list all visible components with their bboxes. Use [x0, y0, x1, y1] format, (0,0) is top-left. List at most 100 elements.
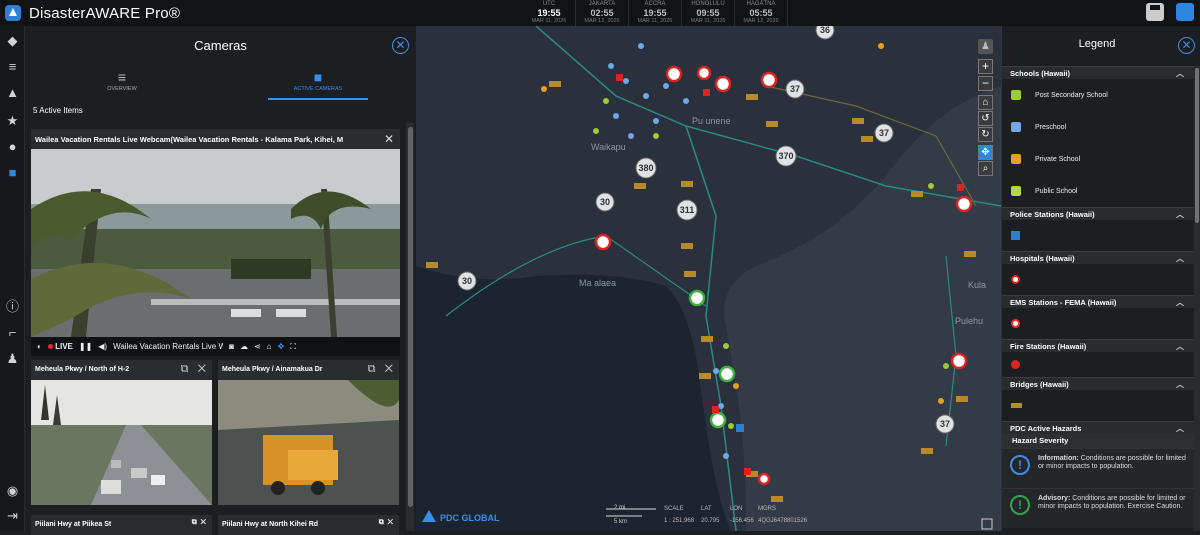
map-label-kula: Kula — [968, 280, 986, 290]
tab-overview[interactable]: ≡ OVERVIEW — [72, 66, 172, 100]
clock-utc[interactable]: UTC 19:55 MAR 11, 2026 — [523, 0, 576, 26]
hazard-diamond-icon[interactable]: ◆ — [4, 32, 21, 49]
app-logo-icon — [5, 5, 21, 21]
close-panel-button[interactable]: ✕ — [392, 37, 409, 54]
clock-honolulu[interactable]: HONOLULU 09:55 MAR 11, 2026 — [682, 0, 735, 26]
legend-section-schools[interactable]: Schools (Hawaii) ︿ — [1002, 66, 1194, 79]
camera-feed-beach[interactable] — [31, 149, 400, 337]
street-view-icon[interactable]: ♟ — [978, 39, 993, 54]
close-camera-icon[interactable]: ✕ — [385, 363, 393, 375]
chat-icon[interactable] — [1176, 3, 1194, 21]
zoom-out-button[interactable]: − — [978, 76, 993, 91]
share-icon[interactable]: ⋖ — [254, 342, 261, 351]
close-legend-button[interactable]: ✕ — [1178, 37, 1195, 54]
lat-value: 20.795 — [701, 518, 720, 524]
legend-section-ems[interactable]: EMS Stations - FEMA (Hawaii) ︿ — [1002, 295, 1194, 308]
side-rail: ◆ ≡ ▲ ★ ● ■ ⓘ ⌐ ♟ ◉ ⇥ — [0, 26, 25, 531]
info-icon[interactable]: ⓘ — [4, 298, 21, 315]
fire-station-icon — [1011, 360, 1020, 369]
scale-km: 5 km — [614, 519, 627, 525]
close-camera-icon[interactable]: ✕ — [384, 132, 394, 146]
legend-section-hospitals[interactable]: Hospitals (Hawaii) ︿ — [1002, 251, 1194, 264]
camera-title: Meheula Pkwy / North of H-2 — [31, 360, 161, 380]
pause-icon[interactable]: ❚❚ — [79, 342, 92, 351]
route-shield: 311 — [680, 205, 695, 215]
route-shield: 37 — [940, 419, 950, 429]
legend-section-active-hazards[interactable]: PDC Active Hazards ︿ — [1002, 421, 1194, 434]
rotate-right-icon[interactable]: ↻ — [978, 127, 993, 142]
route-shield: 30 — [462, 276, 472, 286]
volume-icon[interactable]: ◀) — [98, 342, 107, 351]
rotate-left-icon[interactable]: ↺ — [978, 111, 993, 126]
legend-item-post-secondary: Post Secondary School — [1002, 79, 1194, 111]
legend-scrollbar-thumb[interactable] — [1195, 68, 1199, 223]
chevron-up-icon: ︿ — [1176, 69, 1184, 78]
route-shield: 30 — [600, 197, 610, 207]
legend-panel: Legend ✕ Schools (Hawaii) ︿ Post Secondar… — [1001, 26, 1200, 531]
legend-item-public-school: Public School — [1002, 175, 1194, 207]
pan-icon[interactable]: ✥ — [978, 145, 993, 160]
legend-section-bridges[interactable]: Bridges (Hawaii) ︿ — [1002, 377, 1194, 390]
clock-jakarta[interactable]: JAKARTA 02:55 MAR 12, 2026 — [576, 0, 629, 26]
legend-item-preschool: Preschool — [1002, 111, 1194, 143]
location-icon[interactable]: ● — [4, 138, 21, 155]
school-orange-icon — [1011, 154, 1021, 164]
locate-icon[interactable]: ✥ — [277, 342, 284, 351]
home-view-icon[interactable]: ⌂ — [978, 95, 993, 110]
person-marker-icon[interactable]: ♟ — [4, 350, 21, 367]
active-items-count: 5 Active Items — [33, 106, 83, 115]
popout-icon[interactable]: ⧉ — [181, 363, 189, 375]
route-shield: 370 — [778, 151, 793, 161]
legend-section-police[interactable]: Police Stations (Hawaii) ︿ — [1002, 207, 1194, 220]
popout-icon[interactable]: ⧉ ✕ — [379, 519, 393, 527]
video-controls: ◐ LIVE ❚❚ ◀) Wailea Vacation Rentals Liv… — [31, 337, 400, 356]
pdc-brand: PDC GLOBAL — [440, 513, 500, 523]
severity-information: ! Information: Conditions are possible f… — [1002, 448, 1194, 488]
mgrs-value: 4QGJ6478801526 — [758, 518, 808, 524]
camera-icon[interactable]: ■ — [4, 164, 21, 181]
alert-bell-icon[interactable]: ▲ — [4, 84, 21, 101]
weather-icon[interactable]: ☁ — [240, 342, 248, 351]
bridge-icon — [1011, 403, 1022, 408]
home-icon[interactable]: ⌂ — [267, 342, 272, 351]
video-camera-icon: ■ — [313, 69, 323, 85]
legend-section-fire[interactable]: Fire Stations (Hawaii) ︿ — [1002, 339, 1194, 352]
panel-title: Cameras — [194, 38, 247, 53]
police-station-icon — [1011, 231, 1020, 240]
theme-toggle-icon[interactable]: ◐ — [37, 342, 42, 351]
route-shield: 37 — [879, 128, 889, 138]
logout-icon[interactable]: ⇥ — [4, 507, 21, 524]
legend-title: Legend — [1078, 38, 1116, 50]
camera-card-north-h2: Meheula Pkwy / North of H-2 ⧉ ✕ — [31, 360, 212, 505]
lon-label: LON — [730, 506, 742, 512]
map-view[interactable]: 36 37 37 380 370 30 311 30 37 Waikapu Pu… — [416, 26, 1001, 531]
layers-icon[interactable]: ≡ — [4, 58, 21, 75]
zoom-search-icon[interactable]: ⌕ — [978, 161, 993, 176]
stream-name: Wailea Vacation Rentals Live W — [113, 342, 224, 351]
popout-icon[interactable]: ⧉ ✕ — [192, 519, 206, 527]
popout-icon[interactable]: ⧉ — [368, 363, 376, 375]
school-lime-icon — [1011, 186, 1021, 196]
tab-active-cameras[interactable]: ■ ACTIVE CAMERAS — [268, 66, 368, 100]
info-severity-icon: ! — [1010, 455, 1030, 475]
chevron-up-icon: ︿ — [1176, 254, 1184, 263]
clock-accra[interactable]: ACCRA 19:55 MAR 11, 2026 — [629, 0, 682, 26]
zoom-in-button[interactable]: + — [978, 59, 993, 74]
chevron-up-icon: ︿ — [1176, 342, 1184, 351]
print-icon[interactable] — [1146, 3, 1164, 21]
map-label-pulehu: Pulehu — [955, 316, 983, 326]
lon-value: -156.456 — [730, 518, 754, 524]
top-bar: DisasterAWARE Pro® UTC 19:55 MAR 11, 202… — [0, 0, 1200, 26]
star-icon[interactable]: ★ — [4, 112, 21, 129]
hamburger-icon: ≡ — [117, 69, 127, 85]
school-blue-icon — [1011, 122, 1021, 132]
snapshot-icon[interactable]: ◙ — [229, 342, 234, 351]
close-camera-icon[interactable]: ✕ — [198, 363, 206, 375]
measure-icon[interactable]: ⌐ — [4, 324, 21, 341]
user-account-icon[interactable]: ◉ — [4, 482, 21, 499]
map-label-waikapu: Waikapu — [591, 142, 626, 152]
fullscreen-icon[interactable]: ⛶ — [290, 342, 296, 352]
camera-card-piikea: Piilani Hwy at Piikea St ⧉ ✕ — [31, 515, 212, 535]
clock-hagatna[interactable]: HAGÅTÑA 05:55 MAR 12, 2026 — [735, 0, 788, 26]
mgrs-label: MGRS — [758, 506, 776, 512]
